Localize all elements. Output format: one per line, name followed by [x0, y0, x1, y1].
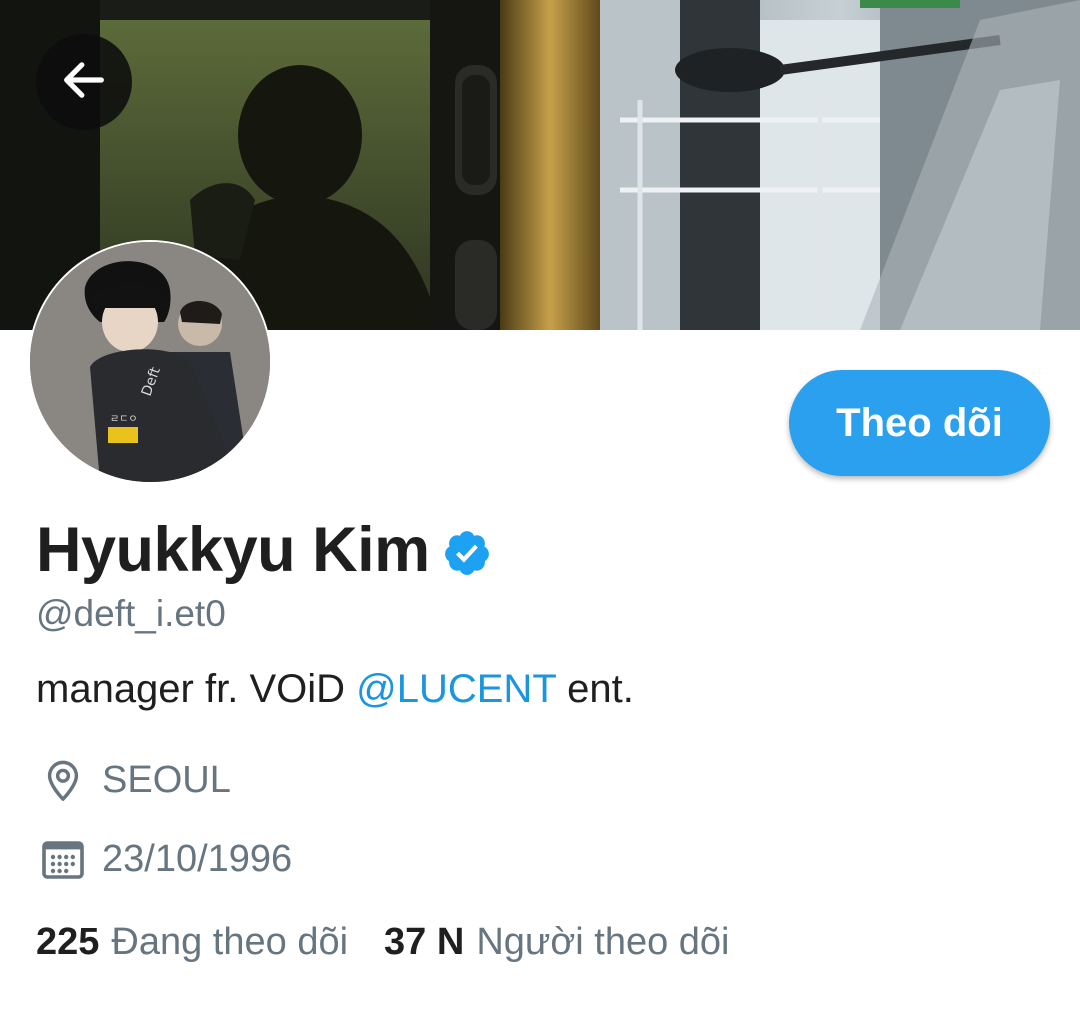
- profile-handle: @deft_i.et0: [36, 593, 226, 634]
- profile-bio: manager fr. VOiD @LUCENT ent.: [36, 665, 634, 713]
- location-row: SEOUL: [36, 752, 231, 808]
- profile-page: Deft ㄹㄷㅇ Theo dõi Hyukkyu Kim @deft_i.et…: [0, 0, 1080, 1016]
- location-text: SEOUL: [102, 759, 231, 801]
- date-row: 23/10/1996: [36, 831, 292, 887]
- follow-counts: 225 Đang theo dõi 37 N Người theo dõi: [36, 920, 730, 966]
- location-pin-icon: [36, 753, 90, 807]
- following-label: Đang theo dõi: [111, 921, 349, 963]
- display-name: Hyukkyu Kim: [36, 514, 430, 585]
- svg-text:ㄹㄷㅇ: ㄹㄷㅇ: [110, 414, 138, 425]
- back-button[interactable]: [36, 34, 132, 130]
- followers-count: 37 N: [384, 921, 465, 963]
- follow-button[interactable]: Theo dõi: [789, 370, 1050, 476]
- followers-label: Người theo dõi: [476, 921, 730, 963]
- following-count-link[interactable]: 225 Đang theo dõi: [36, 920, 348, 966]
- verified-badge-icon: [442, 528, 492, 578]
- bio-mention-link[interactable]: @LUCENT: [356, 667, 556, 711]
- avatar[interactable]: Deft ㄹㄷㅇ: [30, 242, 270, 482]
- followers-count-link[interactable]: 37 N Người theo dõi: [384, 920, 729, 966]
- following-count: 225: [36, 921, 100, 963]
- arrow-left-icon: [58, 54, 110, 111]
- date-text: 23/10/1996: [102, 838, 293, 880]
- name-row: Hyukkyu Kim: [36, 510, 492, 590]
- bio-text-end: ent.: [556, 667, 634, 711]
- calendar-icon: [36, 832, 90, 886]
- bio-text: manager fr. VOiD: [36, 667, 357, 711]
- avatar-photo: Deft ㄹㄷㅇ: [30, 242, 270, 482]
